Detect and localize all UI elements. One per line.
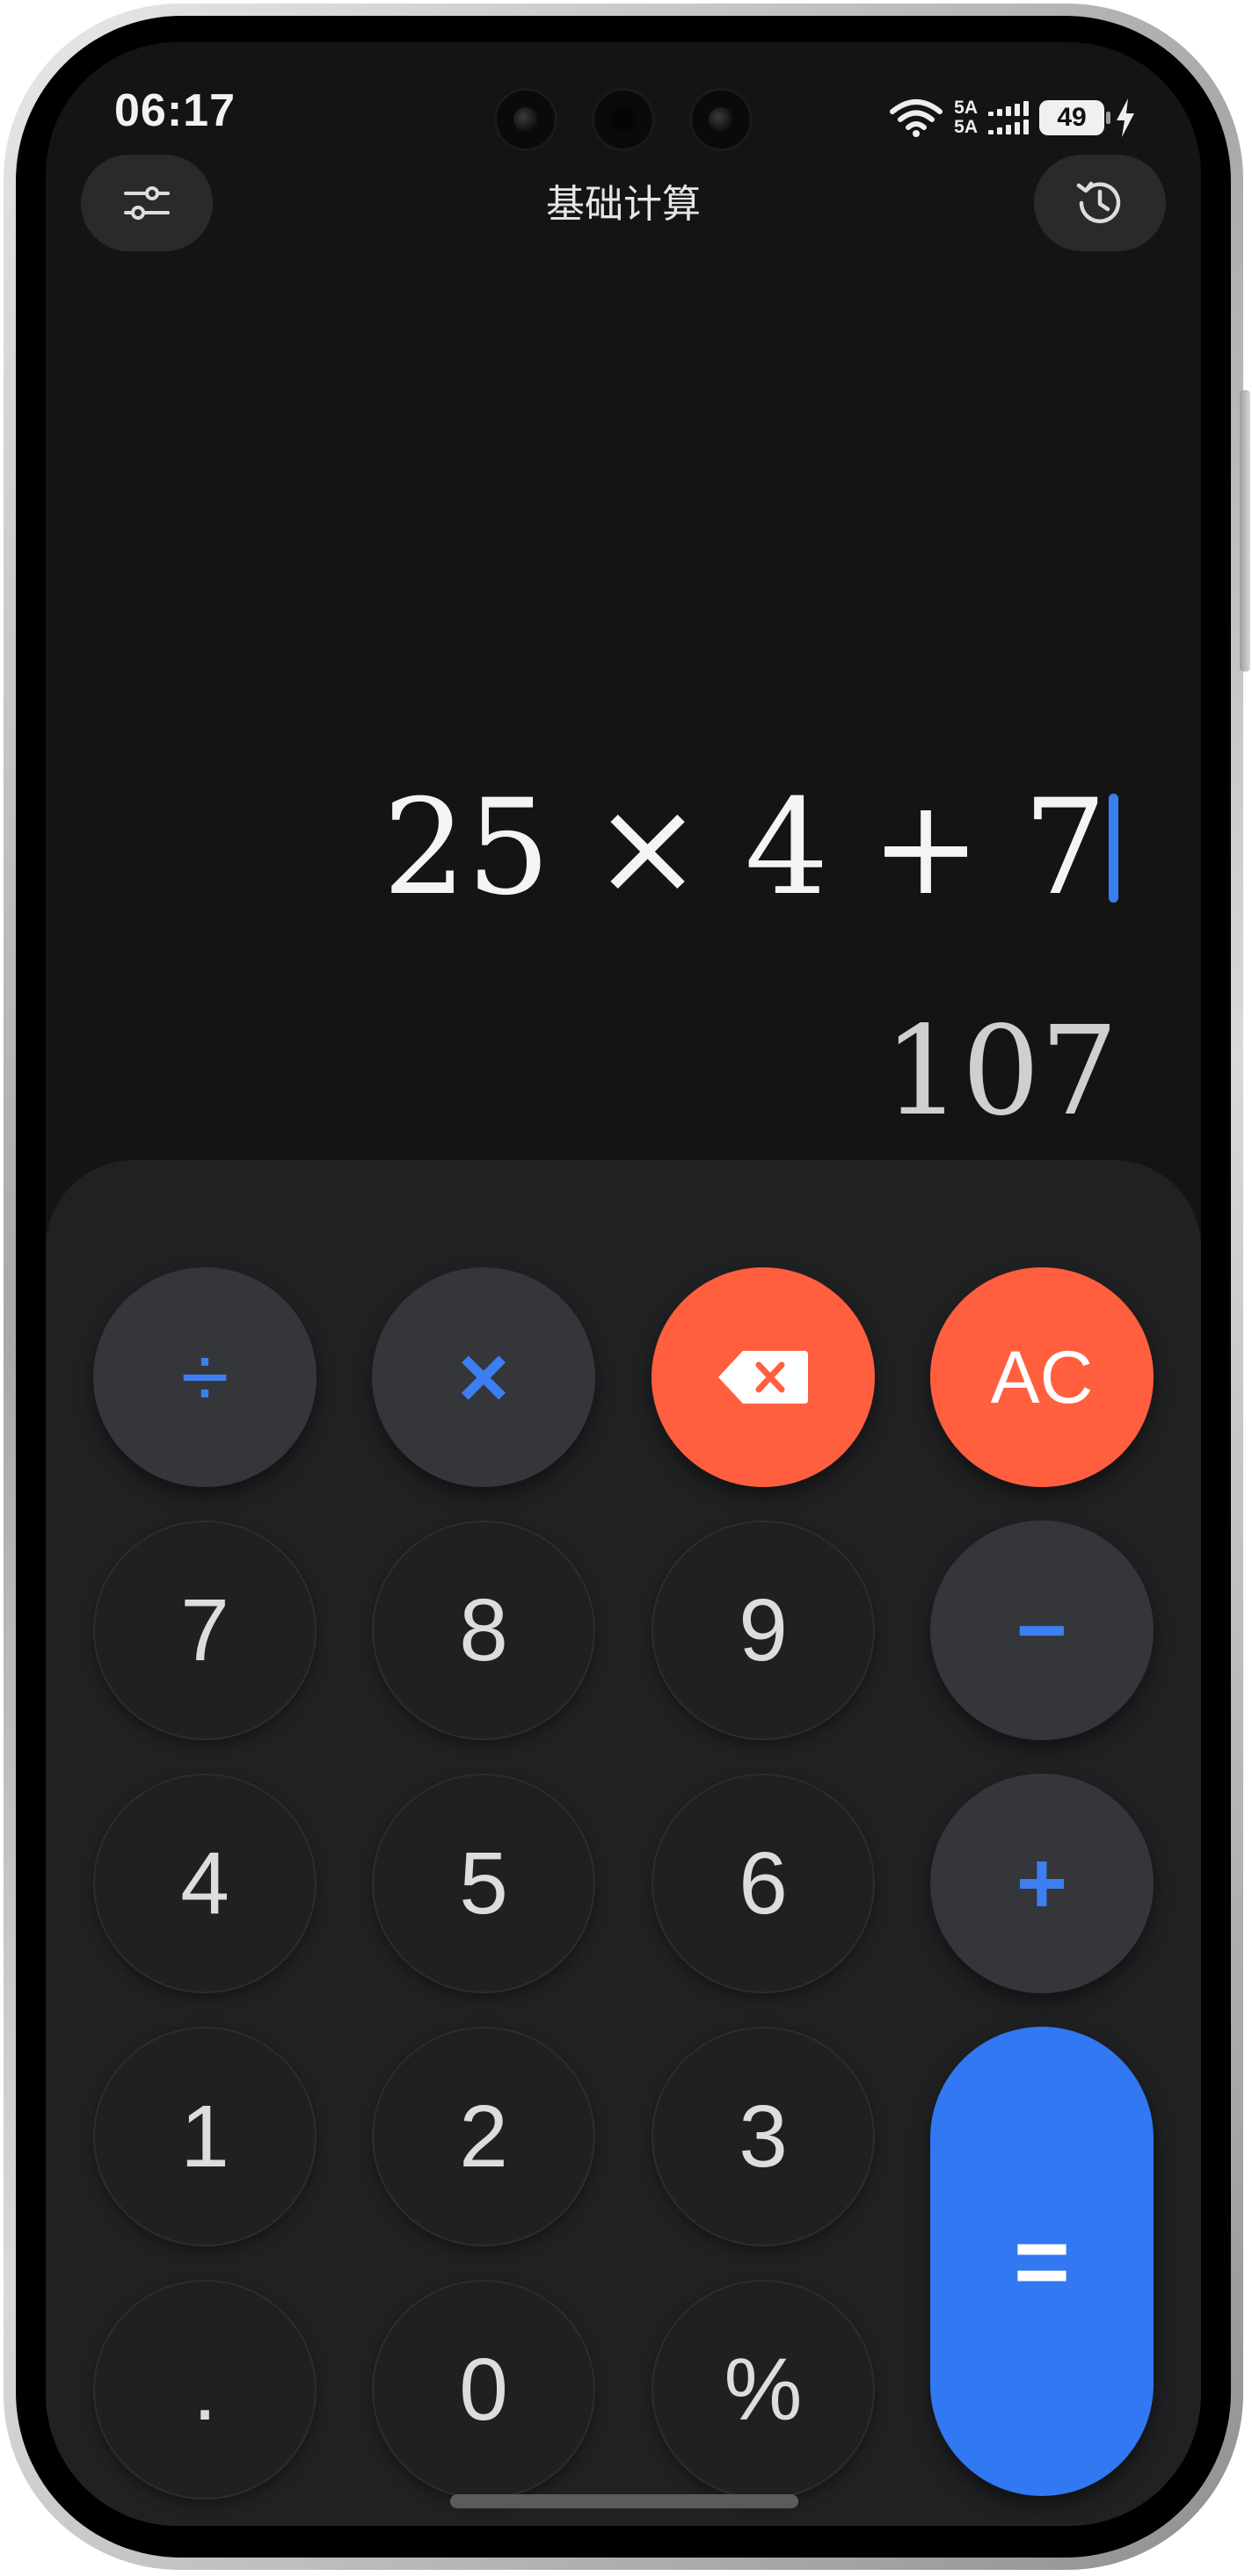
volume-button — [1240, 390, 1250, 671]
result-display: 107 — [883, 1000, 1118, 1143]
keypad: ÷ × AC 7 8 9 − 4 5 6 + 1 2 3 = . 0 % — [46, 1160, 1201, 2526]
status-icons: 5A 5A 49 — [889, 91, 1136, 144]
digit-3-key[interactable]: 3 — [651, 2027, 875, 2246]
digit-0-key[interactable]: 0 — [372, 2280, 595, 2500]
digit-1-key[interactable]: 1 — [93, 2027, 317, 2246]
percent-key[interactable]: % — [651, 2280, 875, 2500]
history-clock-icon — [1076, 181, 1121, 223]
expression-display[interactable]: 25 × 4 + 7 — [382, 772, 1118, 925]
clear-key[interactable]: AC — [930, 1267, 1154, 1487]
history-button[interactable] — [1034, 155, 1166, 251]
battery-indicator: 49 — [1039, 100, 1110, 135]
calculator-screen: 06:17 5A 5A 49 基础计算 25 × 4 + 7 107 ÷ × A… — [46, 42, 1201, 2526]
digit-2-key[interactable]: 2 — [372, 2027, 595, 2246]
equals-key[interactable]: = — [930, 2027, 1154, 2496]
wifi-icon — [890, 99, 943, 137]
front-camera-icon — [592, 88, 655, 151]
divide-key[interactable]: ÷ — [93, 1267, 317, 1487]
signal-icon — [988, 101, 1029, 134]
expression-text: 25 × 4 + 7 — [382, 772, 1107, 925]
sensor-icon — [689, 88, 753, 151]
page-title: 基础计算 — [546, 182, 701, 227]
digit-5-key[interactable]: 5 — [372, 1774, 595, 1993]
charging-bolt-icon — [1117, 98, 1134, 137]
digit-7-key[interactable]: 7 — [93, 1520, 317, 1740]
status-time: 06:17 — [114, 85, 236, 136]
network-type-top: 5A — [954, 98, 978, 118]
minus-key[interactable]: − — [930, 1520, 1154, 1740]
decimal-key[interactable]: . — [93, 2280, 317, 2500]
network-type: 5A 5A — [954, 98, 978, 137]
multiply-key[interactable]: × — [372, 1267, 595, 1487]
digit-9-key[interactable]: 9 — [651, 1520, 875, 1740]
home-indicator[interactable] — [450, 2494, 798, 2508]
digit-8-key[interactable]: 8 — [372, 1520, 595, 1740]
network-type-bottom: 5A — [954, 117, 978, 137]
plus-key[interactable]: + — [930, 1774, 1154, 1993]
text-cursor — [1109, 794, 1118, 903]
digit-4-key[interactable]: 4 — [93, 1774, 317, 1993]
backspace-key[interactable] — [651, 1267, 875, 1487]
digit-6-key[interactable]: 6 — [651, 1774, 875, 1993]
backspace-icon — [718, 1351, 808, 1404]
sensor-icon — [494, 88, 557, 151]
